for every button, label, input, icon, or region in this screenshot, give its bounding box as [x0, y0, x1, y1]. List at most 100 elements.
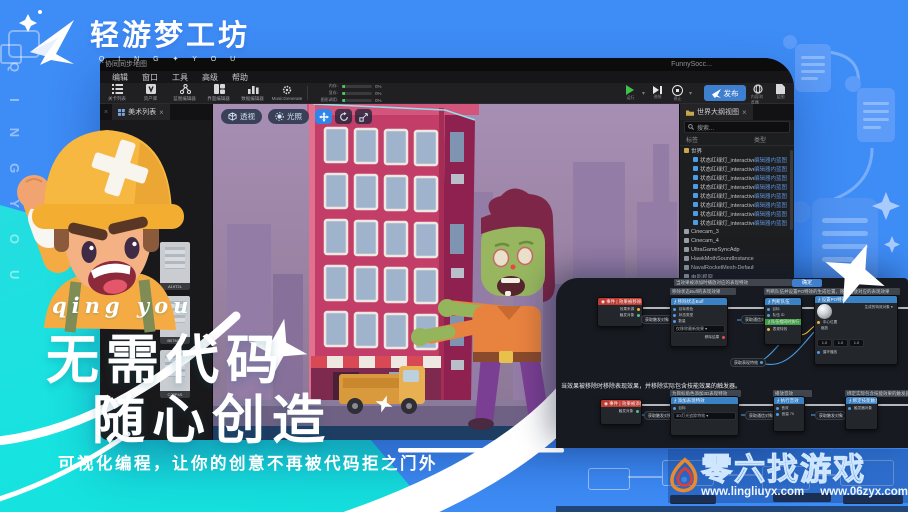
pin-dot[interactable] — [767, 328, 770, 331]
vector-input[interactable]: 1.0 — [849, 339, 864, 347]
step-button[interactable]: 进帧 — [649, 86, 665, 100]
getter-pill-node[interactable]: 获取通信对象 — [745, 411, 776, 420]
outliner-row[interactable]: Cinecam_3 — [680, 227, 794, 236]
search-icon — [688, 124, 694, 130]
pin-dot[interactable] — [673, 308, 676, 311]
outliner-row[interactable]: 状态红绿灯_interactive8编辑器内蓝图 — [680, 218, 794, 227]
outliner-scrollbar[interactable] — [790, 150, 793, 230]
pin-dot[interactable] — [776, 413, 779, 416]
stop-options-caret[interactable]: ▾ — [689, 90, 692, 97]
bar-chart-icon — [248, 84, 259, 94]
outliner-row-name: 状态红绿灯_interactive8 — [700, 219, 754, 227]
pin-dot[interactable] — [673, 314, 676, 317]
vector-input[interactable]: 1.0 — [833, 339, 848, 347]
vector-label: 缩放 — [821, 325, 891, 330]
toolbar-button-gear[interactable]: MusicGenerate — [270, 84, 304, 103]
menu-item[interactable]: 高级 — [202, 72, 218, 83]
pin-label: 目标 — [772, 306, 779, 311]
pin-dot[interactable] — [637, 308, 640, 311]
menu-item[interactable]: 窗口 — [142, 72, 158, 83]
object-cube-icon — [693, 157, 698, 162]
object-cube-icon — [693, 184, 698, 189]
event-node[interactable]: ◉ 事件 | 效果被添加触发对象 — [600, 399, 642, 425]
outliner-row[interactable]: 状态红绿灯_interactive5编辑器内蓝图 — [680, 191, 794, 200]
pin-label: 数量 — [678, 318, 685, 323]
outliner-row[interactable]: 状态红绿灯_interactive7编辑器内蓝图 — [680, 209, 794, 218]
pin-dot[interactable] — [673, 407, 676, 410]
outliner-row[interactable]: UltraGameSyncAdp — [680, 245, 794, 254]
outliner-row[interactable]: 状态红绿灯_interactive1编辑器内蓝图 — [680, 155, 794, 164]
function-node[interactable]: ∱ 执行音效音效音量 70 — [773, 396, 805, 432]
perspective-toggle[interactable]: 透视 — [221, 109, 262, 124]
outliner-row-type: 编辑器内蓝图 — [754, 156, 794, 164]
rotate-tool-button[interactable] — [335, 109, 352, 124]
pin-dot[interactable] — [817, 321, 820, 324]
function-node[interactable]: ∱ 绑定技能触发器触发器对象 — [845, 396, 878, 430]
material-sphere-preview[interactable] — [817, 304, 832, 319]
visual-script-panel[interactable]: 当效果被添加时播放对应的表现特效 确定 当效果被移除时移除表现效果，并移除实际包… — [556, 278, 908, 448]
material-node[interactable]: ∱ 设置PO特效生成的特效对象 ●中心位置缩放1.01.01.0循环播放 — [814, 295, 898, 365]
scale-tool-button[interactable] — [355, 109, 372, 124]
object-cube-icon — [684, 247, 689, 252]
menu-item[interactable]: 工具 — [172, 72, 188, 83]
graph-confirm-button[interactable]: 确定 — [792, 279, 822, 287]
getter-pill-node[interactable]: 获取表现特效 — [730, 358, 766, 367]
pin-dot[interactable] — [848, 407, 851, 410]
event-node[interactable]: ◉ 事件 | 效果被移除效果来源触发对象 — [597, 297, 643, 327]
outliner-row[interactable]: NavalRocketMesh-Default — [680, 263, 794, 272]
eye — [125, 237, 140, 259]
play-button[interactable]: 运行 — [622, 85, 638, 101]
pin-dot[interactable] — [776, 407, 779, 410]
function-node[interactable]: ∱ 判断队伍目标队伍 ID∱ 队伍相同时执行表现特效 — [764, 297, 802, 345]
outliner-row-name: Cinecam_3 — [691, 229, 754, 235]
pin-dot[interactable] — [767, 308, 770, 311]
pin-dot[interactable] — [722, 336, 725, 339]
headline-line2: 随心创造 — [92, 378, 332, 454]
outliner-row[interactable]: 世界 — [680, 146, 794, 155]
pin-dot[interactable] — [817, 351, 820, 354]
dot-decoration — [845, 76, 861, 92]
tab-close-icon[interactable]: × — [742, 108, 747, 117]
menu-item[interactable]: 帮助 — [232, 72, 248, 83]
ghost-node-decoration — [588, 468, 630, 490]
function-node[interactable]: ∱ 移除状态Buff目标角色状态类型数量仅移除最新效果 ▾移除结果 — [670, 297, 728, 347]
vector-input[interactable]: 1.0 — [817, 339, 832, 347]
outliner-row[interactable]: 状态红绿灯_interactive6编辑器内蓝图 — [680, 200, 794, 209]
pin-dot[interactable] — [636, 410, 639, 413]
outliner-row[interactable]: HawkMothSoundInstance — [680, 254, 794, 263]
content-browser-button[interactable]: 内容浏览器 — [750, 84, 766, 106]
outliner-row[interactable]: Cinecam_4 — [680, 236, 794, 245]
pin-dot[interactable] — [767, 314, 770, 317]
pin-label: 音量 70 — [782, 411, 794, 416]
stop-button[interactable]: 停止 — [669, 85, 685, 102]
node-dropdown-field[interactable]: 仅移除最新效果 ▾ — [673, 325, 725, 333]
rotate-arrow-icon — [339, 112, 349, 122]
toolbar-button-bar-chart[interactable]: 数据编辑器 — [236, 84, 270, 103]
lighting-toggle[interactable]: 光照 — [268, 109, 309, 124]
publish-button[interactable]: 发布 — [704, 85, 746, 101]
play-icon — [626, 85, 634, 95]
outliner-row[interactable]: 状态红绿灯_interactive2编辑器内蓝图 — [680, 164, 794, 173]
outliner-row[interactable]: 状态红绿灯_interactive3编辑器内蓝图 — [680, 173, 794, 182]
watermark-urls: www.lingliuyx.comwww.06zyx.com — [701, 486, 908, 498]
blueprint-button[interactable]: 蓝图 — [772, 84, 788, 106]
tab-world-outliner[interactable]: 世界大纲视图 × — [680, 104, 753, 120]
watermark-url: www.06zyx.com — [820, 486, 908, 498]
pin-dot[interactable] — [637, 314, 640, 317]
watermark-bar: 零六找游戏 www.lingliuyx.comwww.06zyx.com — [668, 449, 908, 503]
node-dropdown-field[interactable]: 3D灯光追踪特效 ▾ — [673, 412, 736, 420]
transport-controls: 运行 ▾ 进帧 停止 ▾ — [622, 83, 692, 103]
light-bulb-icon — [275, 112, 284, 121]
play-options-caret[interactable]: ▾ — [642, 90, 645, 97]
outliner-search-input[interactable]: 搜索... — [684, 121, 790, 133]
menu-item[interactable]: 编辑 — [112, 72, 128, 83]
getter-pill-node[interactable]: 获取触发对象 — [815, 411, 846, 420]
function-node[interactable]: ∱ 添加表现特效目标3D灯光追踪特效 ▾ — [670, 396, 739, 436]
pin-label: 生成的特效对象 ● — [865, 304, 893, 309]
outliner-row[interactable]: 状态红绿灯_interactive4编辑器内蓝图 — [680, 182, 794, 191]
move-tool-button[interactable] — [315, 109, 332, 124]
folder-icon — [686, 109, 694, 116]
project-name: FunnySocc... — [671, 58, 712, 71]
pin-dot[interactable] — [673, 320, 676, 323]
object-cube-icon — [684, 256, 689, 261]
